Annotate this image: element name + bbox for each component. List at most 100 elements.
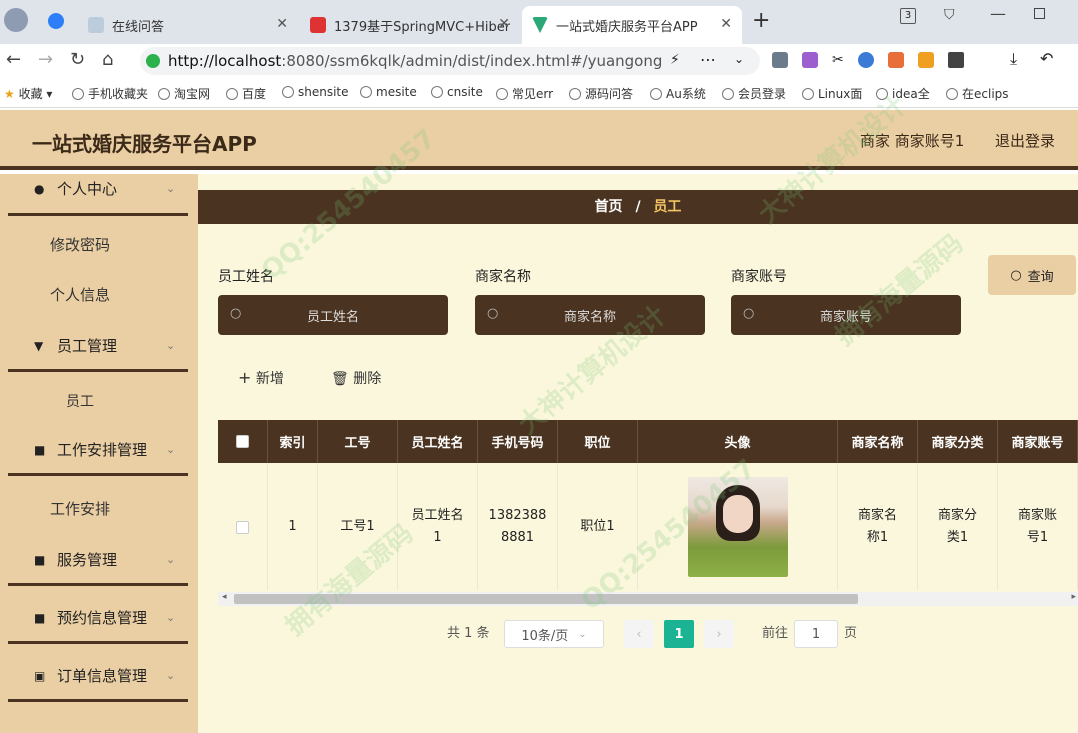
tab-count-badge[interactable]: 3 [900,8,916,24]
browser-badge-icon[interactable] [48,13,64,29]
ext-screenshot-icon[interactable] [772,52,788,68]
scroll-left-icon[interactable]: ◂ [222,592,227,602]
bookmark-item[interactable]: cnsite [431,85,483,99]
profile-avatar[interactable] [4,8,28,32]
sidebar-subitem-schedule[interactable]: 工作安排 [50,498,110,519]
prev-page-button[interactable]: ‹ [624,620,654,648]
main-content: 首页 / 员工 员工姓名 ○ 员工姓名 商家名称 ○ 商家名称 商家账号 ○ 商… [198,174,1078,733]
row-checkbox[interactable] [236,520,249,534]
maximize-icon[interactable] [1034,8,1045,19]
sidebar-item-order-management[interactable]: ▣ 订单信息管理 ⌄ [8,652,188,702]
bookmark-item[interactable]: 源码问答 [569,85,633,102]
cell-avatar [638,463,838,590]
horizontal-scrollbar[interactable]: ◂ ▸ [218,592,1078,606]
sidebar-item-service-management[interactable]: ■ 服务管理 ⌄ [8,536,188,586]
red-site-icon [310,17,326,33]
back-icon[interactable]: ← [6,49,21,70]
add-button[interactable]: + 新增 [238,368,284,388]
bookmark-item[interactable]: 百度 [226,85,266,102]
tab-active-platform[interactable]: 一站式婚庆服务平台APP ✕ [522,6,742,44]
address-bar: ← → ↻ ⌂ http://localhost:8080/ssm6kqlk/a… [0,44,1078,78]
scissors-icon[interactable]: ✂ [832,52,844,68]
breadcrumb-home[interactable]: 首页 [595,199,623,215]
sidebar-item-booking-management[interactable]: ■ 预约信息管理 ⌄ [8,594,188,644]
query-button[interactable]: ○ 查询 [988,255,1076,295]
sidebar-item-personal-center[interactable]: ● 个人中心 ⌄ [8,164,188,216]
cell-phone: 13823888881 [478,463,558,590]
sidebar-item-schedule-management[interactable]: ■ 工作安排管理 ⌄ [8,426,188,476]
filter-label-merchant-account: 商家账号 [731,269,787,285]
grid-icon: ■ [34,552,46,567]
undo-icon[interactable]: ↶ [1040,49,1053,68]
next-page-button[interactable]: › [704,620,734,648]
apps-icon[interactable] [947,52,964,68]
tab-label: 1379基于SpringMVC+Hiber [334,19,510,35]
sidebar-subitem-profile[interactable]: 个人信息 [50,284,110,305]
sidebar-subitem-employee[interactable]: 员工 [66,391,94,411]
bookmark-item[interactable]: 淘宝网 [158,85,210,102]
reload-icon[interactable]: ↻ [70,49,85,70]
search-ext-icon[interactable] [857,52,874,68]
tab-online-qa[interactable]: 在线问答 ✕ [78,6,298,44]
tab-springmvc[interactable]: 1379基于SpringMVC+Hiber ✕ [300,6,520,44]
cell-merchant-account: 商家账号1 [998,463,1078,590]
new-tab-button[interactable]: + [752,8,770,33]
forward-icon[interactable]: → [38,49,53,70]
sidebar: ● 个人中心 ⌄ 修改密码 个人信息 ▼ 员工管理 ⌄ 员工 ■ 工作安排管理 … [0,174,198,733]
avatar [687,477,788,577]
trash-icon: 🗑 [331,371,349,387]
bookmark-item[interactable]: 常见err [496,85,553,102]
merchant-name-input[interactable]: ○ 商家名称 [475,295,705,335]
delete-button[interactable]: 🗑 删除 [331,368,381,388]
chevron-down-icon: ⌄ [166,443,176,456]
sidebar-item-employee-management[interactable]: ▼ 员工管理 ⌄ [8,322,188,372]
download-icon[interactable]: ⤓ [1010,49,1017,69]
total-count: 共 1 条 [447,626,490,641]
bookmark-item[interactable]: Linux面 [802,85,862,102]
chevron-down-icon: ⌄ [166,553,176,566]
employee-table: 索引 工号 员工姓名 手机号码 职位 头像 商家名称 商家分类 商家账号 1 工… [218,420,1078,590]
ext-shield-icon[interactable] [917,52,934,68]
bookmark-item[interactable]: 手机收藏夹 [72,85,148,102]
bookmark-item[interactable]: Au系统 [650,85,706,102]
select-all-checkbox[interactable] [236,435,249,448]
bookmark-item[interactable]: 在eclips [946,85,1009,102]
ext-game-icon[interactable] [887,52,904,68]
page-size-select[interactable]: 10条/页 ⌄ [504,620,604,648]
column-header: 员工姓名 [398,420,478,463]
close-icon[interactable]: ✕ [720,16,732,32]
lightning-icon[interactable]: ⚡ [670,52,680,68]
vue-icon [532,17,548,33]
app-header: 一站式婚庆服务平台APP 商家 商家账号1 退出登录 [0,110,1078,170]
column-header: 商家账号 [998,420,1078,463]
logout-link[interactable]: 退出登录 [995,130,1055,151]
sidebar-subitem-change-password[interactable]: 修改密码 [50,234,110,255]
home-icon[interactable]: ⌂ [102,49,113,70]
plus-icon: + [238,368,252,387]
chevron-down-icon: ⌄ [166,669,176,682]
goto-page-input[interactable]: 1 [794,620,838,648]
employee-name-input[interactable]: ○ 员工姓名 [218,295,448,335]
scrollbar-thumb[interactable] [234,594,858,604]
close-icon[interactable]: ✕ [276,16,288,32]
bookmark-item[interactable]: 会员登录 [722,85,786,102]
bookmark-item[interactable]: shensite [282,85,349,99]
shirt-icon[interactable]: ⛉ [944,7,955,23]
chevron-down-icon[interactable]: ⌄ [734,52,744,66]
extension-icons: ✂ [772,52,964,68]
bookmark-item[interactable]: mesite [360,85,417,99]
scroll-right-icon[interactable]: ▸ [1071,592,1076,602]
bookmark-item[interactable]: idea全 [876,85,930,102]
column-header: 商家分类 [918,420,998,463]
more-icon[interactable]: ⋯ [700,50,716,69]
url-field[interactable]: http://localhost:8080/ssm6kqlk/admin/dis… [140,47,760,75]
chevron-down-icon: ⌄ [578,628,587,640]
close-icon[interactable]: ✕ [498,16,510,32]
bookmark-favorites[interactable]: ★ 收藏 ▾ [4,85,52,102]
breadcrumb-separator: / [635,199,641,215]
column-header: 头像 [638,420,838,463]
minimize-icon[interactable]: — [990,4,1006,23]
page-number-current[interactable]: 1 [664,620,694,648]
ext-translate-icon[interactable] [802,52,818,68]
merchant-account-input[interactable]: ○ 商家账号 [731,295,961,335]
